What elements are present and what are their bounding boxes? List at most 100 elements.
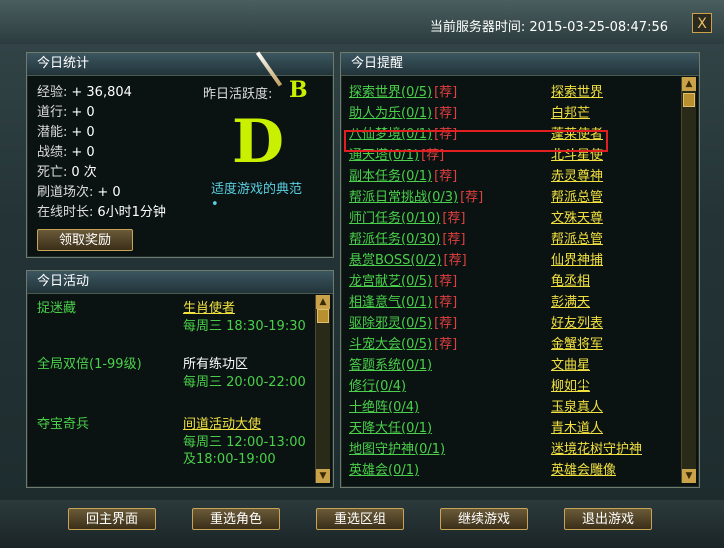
reminder-task-label: 驱除邪灵(0/5) [349, 316, 433, 331]
reminder-task-label: 天降大任(0/1) [349, 421, 433, 436]
stat-row: 潜能: + 0 [37, 121, 95, 140]
reminder-task[interactable]: 师门任务(0/10) [荐] [349, 207, 466, 226]
today-activity-title: 今日活动 [27, 271, 333, 294]
reminder-npc[interactable]: 仙界神捕 [551, 249, 603, 268]
yesterday-activity-label: 昨日活跃度: [203, 87, 273, 102]
reminder-npc[interactable]: 玉泉真人 [551, 396, 603, 415]
reminder-task-label: 帮派任务(0/30) [349, 232, 441, 247]
reminder-npc[interactable]: 赤灵尊神 [551, 165, 603, 184]
reminder-task-label: 斗宠大会(0/5) [349, 337, 433, 352]
reminder-task[interactable]: 答题系统(0/1) [349, 354, 432, 373]
reminder-npc[interactable]: 彭满天 [551, 291, 590, 310]
grade-description: 适度游戏的典范 [211, 182, 303, 197]
today-reminder-panel: 今日提醒 探索世界(0/5) [荐] 探索世界 助人为乐(0/1) [荐] 白邦芒 八仙梦境… [340, 52, 700, 488]
recommended-tag: [荐] [434, 295, 458, 310]
stat-value: 6小时1分钟 [97, 205, 166, 220]
activity-time: 及18:00-19:00 [183, 452, 276, 467]
stat-value: 0 次 [71, 165, 97, 180]
stat-row: 死亡: 0 次 [37, 161, 97, 180]
scroll-down-icon[interactable]: ▼ [316, 469, 330, 483]
reminder-task[interactable]: 相逢意气(0/1) [荐] [349, 291, 457, 310]
continue-game-button[interactable]: 继续游戏 [440, 508, 528, 530]
reminder-task[interactable]: 驱除邪灵(0/5) [荐] [349, 312, 457, 331]
reminder-task-label: 师门任务(0/10) [349, 211, 441, 226]
stat-label: 经验: [37, 85, 68, 100]
recommended-tag: [荐] [434, 106, 458, 121]
recommended-tag: [荐] [442, 232, 466, 247]
grade-dot: • [211, 197, 219, 212]
main-screen-button[interactable]: 回主界面 [68, 508, 156, 530]
dialog-frame: 当前服务器时间: 2015-03-25-08:47:56 X 今日统计 经验: +… [0, 0, 724, 548]
stat-label: 死亡: [37, 165, 68, 180]
reminder-task-label: 探索世界(0/5) [349, 85, 433, 100]
reminder-npc[interactable]: 帮派总管 [551, 228, 603, 247]
reminder-task[interactable]: 龙宫献艺(0/5) [荐] [349, 270, 457, 289]
reminder-task-label: 十绝阵(0/4) [349, 400, 420, 415]
scroll-down-icon[interactable]: ▼ [682, 469, 696, 483]
reminder-task-label: 悬赏BOSS(0/2) [349, 253, 442, 268]
activity-target[interactable]: 生肖使者 [183, 297, 235, 316]
reminder-task[interactable]: 地图守护神(0/1) [349, 438, 445, 457]
server-time: 当前服务器时间: 2015-03-25-08:47:56 [429, 20, 668, 35]
reminder-npc[interactable]: 白邦芒 [551, 102, 590, 121]
reminder-npc[interactable]: 龟丞相 [551, 270, 590, 289]
activity-time: 每周三 18:30-19:30 [183, 319, 306, 334]
reminder-task[interactable]: 天降大任(0/1) [349, 417, 432, 436]
claim-reward-button[interactable]: 领取奖励 [37, 229, 133, 251]
reminder-task[interactable]: 斗宠大会(0/5) [荐] [349, 333, 457, 352]
reselect-role-button[interactable]: 重选角色 [192, 508, 280, 530]
today-stats-panel: 今日统计 经验: + 36,804 道行: + 0 潜能: + 0 战绩: + 0 死亡: 0 次… [26, 51, 334, 258]
reminder-task[interactable]: 助人为乐(0/1) [荐] [349, 102, 457, 121]
reminder-npc[interactable]: 金蟹将军 [551, 333, 603, 352]
reminder-npc[interactable]: 文殊天尊 [551, 207, 603, 226]
scroll-up-icon[interactable]: ▲ [316, 295, 330, 309]
reminder-npc[interactable]: 英雄会雕像 [551, 459, 616, 478]
reminder-npc[interactable]: 探索世界 [551, 81, 603, 100]
reminder-task-label: 龙宫献艺(0/5) [349, 274, 433, 289]
reminder-task-label: 副本任务(0/1) [349, 169, 433, 184]
today-activity-panel: 今日活动 捉迷藏 生肖使者 每周三 18:30-19:30 全局双倍(1-99级) 所有… [26, 270, 334, 488]
reminder-task-label: 答题系统(0/1) [349, 358, 433, 373]
recommended-tag: [荐] [434, 274, 458, 289]
recommended-tag: [荐] [460, 190, 484, 205]
scroll-thumb[interactable] [683, 93, 695, 107]
yesterday-grade: B [289, 77, 308, 103]
scroll-up-icon[interactable]: ▲ [682, 77, 696, 91]
reminder-task[interactable]: 帮派日常挑战(0/3) [荐] [349, 186, 483, 205]
reminder-task[interactable]: 十绝阵(0/4) [349, 396, 419, 415]
stat-label: 战绩: [37, 145, 68, 160]
scroll-thumb[interactable] [317, 309, 329, 323]
title-bar: 当前服务器时间: 2015-03-25-08:47:56 X [0, 0, 724, 44]
stat-value: + 0 [71, 125, 95, 140]
stat-value: + 0 [97, 185, 121, 200]
activity-scrollbar[interactable]: ▲ ▼ [315, 295, 330, 483]
stat-label: 在线时长: [37, 205, 94, 220]
reminder-task-label: 修行(0/4) [349, 379, 407, 394]
reminder-npc[interactable]: 青木道人 [551, 417, 603, 436]
activity-target[interactable]: 间道活动大使 [183, 413, 261, 432]
stat-value: + 36,804 [71, 85, 132, 100]
reminder-npc[interactable]: 迷境花树守护神 [551, 438, 642, 457]
reminder-task-label: 英雄会(0/1) [349, 463, 420, 478]
bottom-bar: 回主界面 重选角色 重选区组 继续游戏 退出游戏 [0, 500, 724, 548]
stat-row: 经验: + 36,804 [37, 81, 132, 100]
recommended-tag: [荐] [434, 337, 458, 352]
reminder-task[interactable]: 英雄会(0/1) [349, 459, 419, 478]
reminder-npc[interactable]: 好友列表 [551, 312, 603, 331]
highlight-box [344, 130, 608, 152]
reminder-task[interactable]: 探索世界(0/5) [荐] [349, 81, 457, 100]
recommended-tag: [荐] [434, 85, 458, 100]
reminder-scrollbar[interactable]: ▲ ▼ [681, 77, 696, 483]
reselect-server-button[interactable]: 重选区组 [316, 508, 404, 530]
today-reminder-title: 今日提醒 [341, 53, 699, 76]
stat-row: 道行: + 0 [37, 101, 95, 120]
reminder-task[interactable]: 帮派任务(0/30) [荐] [349, 228, 466, 247]
reminder-task[interactable]: 副本任务(0/1) [荐] [349, 165, 457, 184]
reminder-task[interactable]: 悬赏BOSS(0/2) [荐] [349, 249, 467, 268]
close-button[interactable]: X [692, 13, 712, 33]
exit-game-button[interactable]: 退出游戏 [564, 508, 652, 530]
reminder-npc[interactable]: 文曲星 [551, 354, 590, 373]
reminder-npc[interactable]: 帮派总管 [551, 186, 603, 205]
reminder-task[interactable]: 修行(0/4) [349, 375, 406, 394]
reminder-npc[interactable]: 柳如尘 [551, 375, 590, 394]
